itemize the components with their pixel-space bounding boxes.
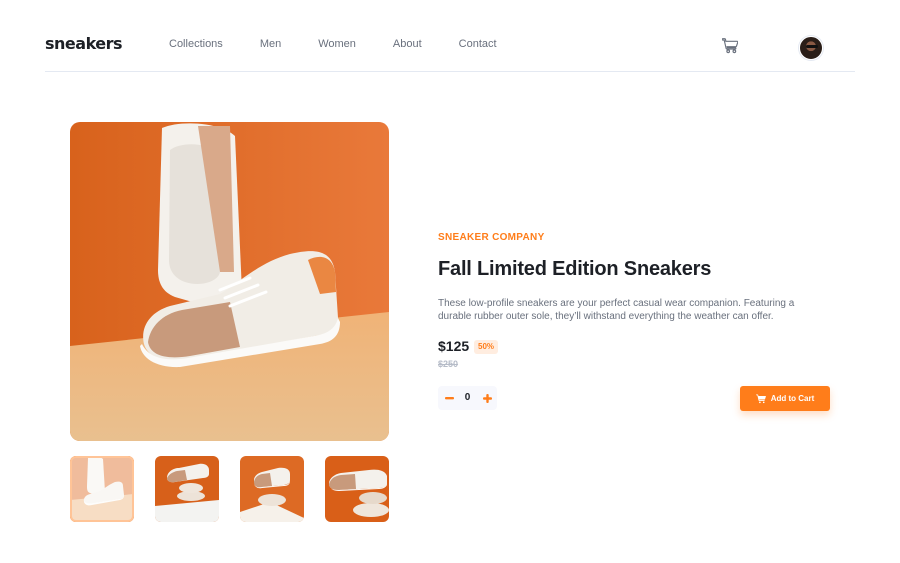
product-description: These low-profile sneakers are your perf… [438, 298, 795, 322]
quantity-value: 0 [464, 392, 471, 403]
thumbnail-4[interactable] [325, 456, 389, 522]
nav-item-men[interactable]: Men [260, 38, 281, 50]
nav-item-women[interactable]: Women [318, 38, 356, 50]
thumbnail-3[interactable] [240, 456, 304, 522]
add-to-cart-button[interactable]: Add to Cart [740, 386, 830, 411]
add-to-cart-label: Add to Cart [770, 394, 815, 403]
cart-icon [755, 393, 766, 403]
current-price: $125 [438, 338, 470, 354]
discount-badge: 50% [474, 340, 499, 354]
minus-icon[interactable] [440, 386, 458, 410]
nav-item-about[interactable]: About [393, 38, 422, 50]
original-price: $250 [438, 359, 459, 369]
cart-icon[interactable] [721, 38, 739, 54]
site-logo[interactable]: sneakers [45, 34, 123, 53]
main-nav: Collections Men Women About Contact [169, 38, 534, 50]
quantity-stepper: 0 [438, 386, 497, 410]
nav-item-collections[interactable]: Collections [169, 38, 223, 50]
thumbnail-list [70, 456, 389, 522]
product-title: Fall Limited Edition Sneakers [438, 258, 712, 280]
plus-icon[interactable] [478, 386, 496, 410]
thumbnail-1[interactable] [70, 456, 134, 522]
site-header: sneakers Collections Men Women About Con… [45, 0, 855, 72]
product-main-image[interactable] [70, 122, 389, 441]
thumbnail-2[interactable] [155, 456, 219, 522]
company-label: SNEAKER COMPANY [438, 232, 545, 243]
user-avatar[interactable] [799, 36, 823, 60]
nav-item-contact[interactable]: Contact [459, 38, 497, 50]
